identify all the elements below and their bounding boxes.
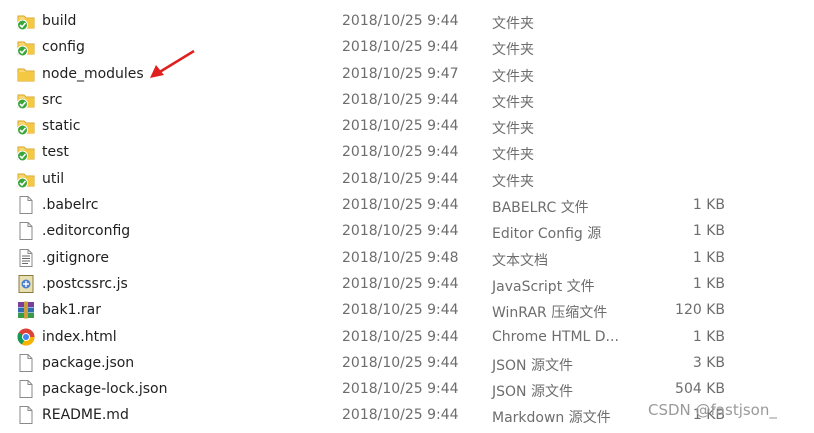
file-type: JSON 源文件 bbox=[492, 357, 573, 374]
file-row[interactable]: .postcssrc.js 2018/10/25 9:44 JavaScript 文… bbox=[0, 271, 814, 297]
folder-synced-icon bbox=[16, 37, 36, 57]
file-date: 2018/10/25 9:44 bbox=[342, 407, 459, 424]
file-type: 文件夹 bbox=[492, 121, 534, 138]
file-date: 2018/10/25 9:44 bbox=[342, 381, 459, 398]
file-date: 2018/10/25 9:44 bbox=[342, 354, 459, 371]
file-type: Markdown 源文件 bbox=[492, 410, 611, 427]
file-date: 2018/10/25 9:47 bbox=[342, 65, 459, 82]
file-date: 2018/10/25 9:44 bbox=[342, 170, 459, 187]
folder-icon bbox=[16, 64, 36, 84]
file-row[interactable]: config 2018/10/25 9:44 文件夹 bbox=[0, 34, 814, 60]
file-type: 文件夹 bbox=[492, 94, 534, 111]
file-name: README.md bbox=[42, 407, 129, 424]
file-date: 2018/10/25 9:44 bbox=[342, 302, 459, 319]
folder-synced-icon bbox=[16, 169, 36, 189]
file-name: .postcssrc.js bbox=[42, 275, 128, 292]
file-icon bbox=[16, 353, 36, 373]
file-row[interactable]: .editorconfig 2018/10/25 9:44 Editor Confi… bbox=[0, 218, 814, 244]
file-name: .gitignore bbox=[42, 249, 109, 266]
file-row[interactable]: test 2018/10/25 9:44 文件夹 bbox=[0, 139, 814, 165]
file-size: 3 KB bbox=[692, 354, 725, 371]
file-date: 2018/10/25 9:44 bbox=[342, 275, 459, 292]
file-icon bbox=[16, 195, 36, 215]
file-name: bak1.rar bbox=[42, 302, 102, 319]
file-row[interactable]: .babelrc 2018/10/25 9:44 BABELRC 文件 1 KB bbox=[0, 192, 814, 218]
folder-synced-icon bbox=[16, 90, 36, 110]
file-size: 1 KB bbox=[692, 197, 725, 214]
file-name: util bbox=[42, 170, 65, 187]
file-size: 1 KB bbox=[692, 275, 725, 292]
file-date: 2018/10/25 9:44 bbox=[342, 91, 459, 108]
file-row[interactable]: util 2018/10/25 9:44 文件夹 bbox=[0, 166, 814, 192]
file-row[interactable]: bak1.rar 2018/10/25 9:44 WinRAR 压缩文件 120 KB bbox=[0, 297, 814, 323]
file-type: JSON 源文件 bbox=[492, 384, 573, 401]
file-row[interactable]: build 2018/10/25 9:44 文件夹 bbox=[0, 8, 814, 34]
file-type: 文本文档 bbox=[492, 252, 548, 269]
file-row[interactable]: src 2018/10/25 9:44 文件夹 bbox=[0, 87, 814, 113]
file-name: .editorconfig bbox=[42, 223, 131, 240]
file-row[interactable]: .gitignore 2018/10/25 9:48 文本文档 1 KB bbox=[0, 245, 814, 271]
file-name: index.html bbox=[42, 328, 117, 345]
winrar-archive-icon bbox=[16, 300, 36, 320]
file-name: static bbox=[42, 118, 81, 135]
file-size: 1 KB bbox=[692, 223, 725, 240]
file-row[interactable]: static 2018/10/25 9:44 文件夹 bbox=[0, 113, 814, 139]
file-date: 2018/10/25 9:44 bbox=[342, 144, 459, 161]
file-name: .babelrc bbox=[42, 197, 99, 214]
file-row[interactable]: node_modules 2018/10/25 9:47 文件夹 bbox=[0, 61, 814, 87]
folder-synced-icon bbox=[16, 116, 36, 136]
file-type: 文件夹 bbox=[492, 42, 534, 59]
file-type: BABELRC 文件 bbox=[492, 200, 589, 217]
file-name: build bbox=[42, 13, 77, 29]
file-name: package-lock.json bbox=[42, 381, 168, 398]
file-date: 2018/10/25 9:44 bbox=[342, 197, 459, 214]
file-row[interactable]: package.json 2018/10/25 9:44 JSON 源文件 3 KB bbox=[0, 350, 814, 376]
file-row[interactable]: index.html 2018/10/25 9:44 Chrome HTML D..… bbox=[0, 324, 814, 350]
file-type: 文件夹 bbox=[492, 147, 534, 164]
file-name: config bbox=[42, 39, 85, 56]
file-size: 1 KB bbox=[692, 328, 725, 345]
file-type: Chrome HTML D... bbox=[492, 328, 619, 345]
chrome-html-icon bbox=[16, 327, 36, 347]
file-date: 2018/10/25 9:44 bbox=[342, 223, 459, 240]
text-file-icon bbox=[16, 248, 36, 268]
file-type: JavaScript 文件 bbox=[492, 278, 595, 295]
file-name: src bbox=[42, 91, 63, 108]
file-list: build 2018/10/25 9:44 文件夹 config 2018/10/25… bbox=[0, 8, 814, 429]
file-name: node_modules bbox=[42, 65, 144, 82]
file-name: test bbox=[42, 144, 69, 161]
file-date: 2018/10/25 9:44 bbox=[342, 13, 459, 29]
file-row[interactable]: package-lock.json 2018/10/25 9:44 JSON 源文件… bbox=[0, 376, 814, 402]
file-size: 504 KB bbox=[675, 381, 725, 398]
file-date: 2018/10/25 9:44 bbox=[342, 118, 459, 135]
folder-synced-icon bbox=[16, 142, 36, 162]
file-icon bbox=[16, 379, 36, 399]
file-date: 2018/10/25 9:44 bbox=[342, 39, 459, 56]
file-icon bbox=[16, 405, 36, 425]
watermark: CSDN @fastjson_ bbox=[648, 401, 777, 419]
file-date: 2018/10/25 9:48 bbox=[342, 249, 459, 266]
file-date: 2018/10/25 9:44 bbox=[342, 328, 459, 345]
file-type: WinRAR 压缩文件 bbox=[492, 305, 608, 322]
file-type: 文件夹 bbox=[492, 16, 534, 32]
file-name: package.json bbox=[42, 354, 135, 371]
file-type: Editor Config 源 bbox=[492, 226, 602, 243]
file-type: 文件夹 bbox=[492, 68, 534, 85]
file-type: 文件夹 bbox=[492, 173, 534, 190]
folder-synced-icon bbox=[16, 11, 36, 31]
file-icon bbox=[16, 221, 36, 241]
red-arrow-icon bbox=[150, 49, 195, 78]
file-size: 120 KB bbox=[675, 302, 725, 319]
file-size: 1 KB bbox=[692, 249, 725, 266]
script-file-icon bbox=[16, 274, 36, 294]
